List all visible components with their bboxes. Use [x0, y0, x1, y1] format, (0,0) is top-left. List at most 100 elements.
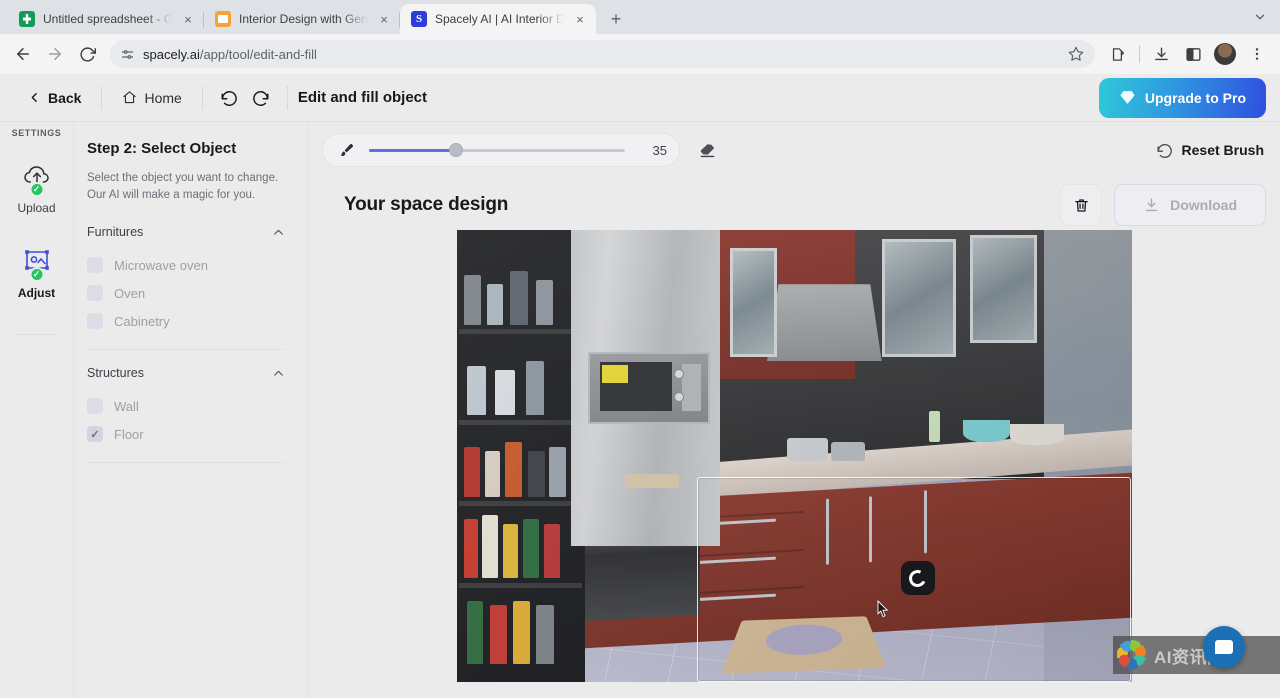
download-icon[interactable]	[1146, 39, 1176, 69]
home-icon	[122, 90, 137, 105]
tab-close-button[interactable]: ×	[572, 11, 588, 27]
flower-logo-icon	[1118, 641, 1146, 669]
option-label: Microwave oven	[114, 258, 208, 273]
checkbox[interactable]	[87, 313, 103, 329]
group-header-structures[interactable]: Structures	[87, 366, 285, 380]
header-divider	[287, 86, 288, 110]
orange-square-icon	[215, 11, 231, 27]
url-path: /app/tool/edit-and-fill	[200, 47, 317, 62]
chat-bubble-icon	[1215, 640, 1233, 654]
rail-item-upload[interactable]: ✓ Upload	[17, 160, 55, 215]
brush-size-slider[interactable]	[369, 142, 625, 158]
new-tab-button[interactable]: +	[602, 5, 630, 33]
slider-fill	[369, 149, 456, 152]
reload-icon[interactable]	[72, 39, 102, 69]
home-button[interactable]: Home	[112, 84, 191, 112]
chevron-up-icon[interactable]	[271, 366, 285, 380]
brush-size-control: 35	[322, 133, 680, 167]
undo-icon	[1156, 142, 1173, 159]
download-design-button[interactable]: Download	[1114, 184, 1266, 226]
eraser-button[interactable]	[692, 135, 722, 165]
upgrade-label: Upgrade to Pro	[1145, 90, 1246, 106]
paintbrush-icon[interactable]	[337, 141, 355, 159]
chevron-left-icon	[28, 91, 41, 104]
settings-rail: SETTINGS ✓ Upload	[0, 122, 74, 698]
undo-button[interactable]	[213, 82, 245, 114]
toolbar-divider	[1139, 45, 1140, 63]
back-arrow-icon[interactable]	[8, 39, 38, 69]
option-cabinetry[interactable]: Cabinetry	[87, 307, 285, 335]
home-button-label: Home	[144, 90, 181, 106]
url-text: spacely.ai/app/tool/edit-and-fill	[143, 47, 1055, 62]
design-image[interactable]	[457, 230, 1132, 682]
spacely-app: Back Home Edit and fill object Upgrade t…	[0, 74, 1280, 698]
browser-tab-1[interactable]: Untitled spreadsheet - Google ×	[8, 4, 204, 34]
header-divider	[202, 86, 203, 110]
design-title: Your space design	[344, 194, 508, 216]
panel-divider	[87, 462, 285, 463]
step-description: Select the object you want to change. Ou…	[87, 170, 285, 203]
rail-divider	[17, 334, 57, 335]
forward-arrow-icon[interactable]	[40, 39, 70, 69]
star-icon[interactable]	[1063, 41, 1089, 67]
back-button-label: Back	[48, 90, 81, 106]
undo-icon	[220, 89, 238, 107]
browser-tab-2[interactable]: Interior Design with Generative ×	[204, 4, 400, 34]
google-sheets-icon	[19, 11, 35, 27]
brush-toolbar: 35 Reset Brush	[308, 126, 1280, 174]
tab-close-button[interactable]: ×	[180, 11, 196, 27]
profile-avatar[interactable]	[1210, 39, 1240, 69]
cloud-upload-icon: ✓	[22, 160, 52, 190]
group-label: Structures	[87, 366, 144, 380]
design-actions: Download	[1060, 184, 1266, 226]
site-settings-icon[interactable]	[120, 47, 135, 62]
chrome-menu-icon[interactable]	[1242, 39, 1272, 69]
rail-item-adjust[interactable]: ✓ Adjust	[18, 245, 55, 300]
selection-status-badge	[901, 561, 935, 595]
delete-design-button[interactable]	[1060, 184, 1102, 226]
site-watermark: AI资讯网	[1113, 636, 1280, 674]
reset-brush-label: Reset Brush	[1182, 142, 1264, 158]
tab-close-button[interactable]: ×	[376, 11, 392, 27]
checkbox[interactable]	[87, 257, 103, 273]
panel-divider	[87, 349, 285, 350]
option-oven[interactable]: Oven	[87, 279, 285, 307]
rail-item-label: Upload	[17, 201, 55, 215]
trash-icon	[1073, 197, 1090, 214]
chat-widget-button[interactable]	[1203, 626, 1245, 668]
checkbox-checked[interactable]: ✓	[87, 426, 103, 442]
crop-frame-icon: ✓	[22, 245, 52, 275]
spacely-icon	[411, 11, 427, 27]
browser-window: Untitled spreadsheet - Google × Interior…	[0, 0, 1280, 698]
back-button[interactable]: Back	[18, 84, 91, 112]
option-wall[interactable]: Wall	[87, 392, 285, 420]
option-label: Cabinetry	[114, 314, 170, 329]
reset-brush-button[interactable]: Reset Brush	[1156, 142, 1266, 159]
canvas-column: 35 Reset Brush Your space design	[308, 122, 1280, 698]
option-label: Oven	[114, 286, 145, 301]
group-label: Furnitures	[87, 225, 143, 239]
checkbox[interactable]	[87, 398, 103, 414]
group-header-furnitures[interactable]: Furnitures	[87, 225, 285, 239]
option-microwave-oven[interactable]: Microwave oven	[87, 251, 285, 279]
image-stage	[308, 230, 1280, 698]
checkbox[interactable]	[87, 285, 103, 301]
side-panel-icon[interactable]	[1178, 39, 1208, 69]
upgrade-to-pro-button[interactable]: Upgrade to Pro	[1099, 78, 1266, 118]
tab-title: Interior Design with Generative	[239, 11, 368, 27]
object-select-panel: Step 2: Select Object Select the object …	[74, 122, 308, 698]
url-host: spacely.ai	[143, 47, 200, 62]
redo-button[interactable]	[245, 82, 277, 114]
loading-ring-icon	[907, 567, 929, 589]
chevron-up-icon[interactable]	[271, 225, 285, 239]
extensions-icon[interactable]	[1103, 39, 1133, 69]
mouse-cursor	[877, 600, 889, 618]
slider-thumb[interactable]	[449, 143, 463, 157]
tab-strip: Untitled spreadsheet - Google × Interior…	[0, 0, 1280, 34]
option-floor[interactable]: ✓ Floor	[87, 420, 285, 448]
redo-icon	[252, 89, 270, 107]
tab-list-chevron-icon[interactable]	[1246, 3, 1274, 31]
address-bar[interactable]: spacely.ai/app/tool/edit-and-fill	[110, 40, 1095, 68]
diamond-icon	[1119, 89, 1136, 106]
browser-tab-3[interactable]: Spacely AI | AI Interior Design ×	[400, 4, 596, 34]
